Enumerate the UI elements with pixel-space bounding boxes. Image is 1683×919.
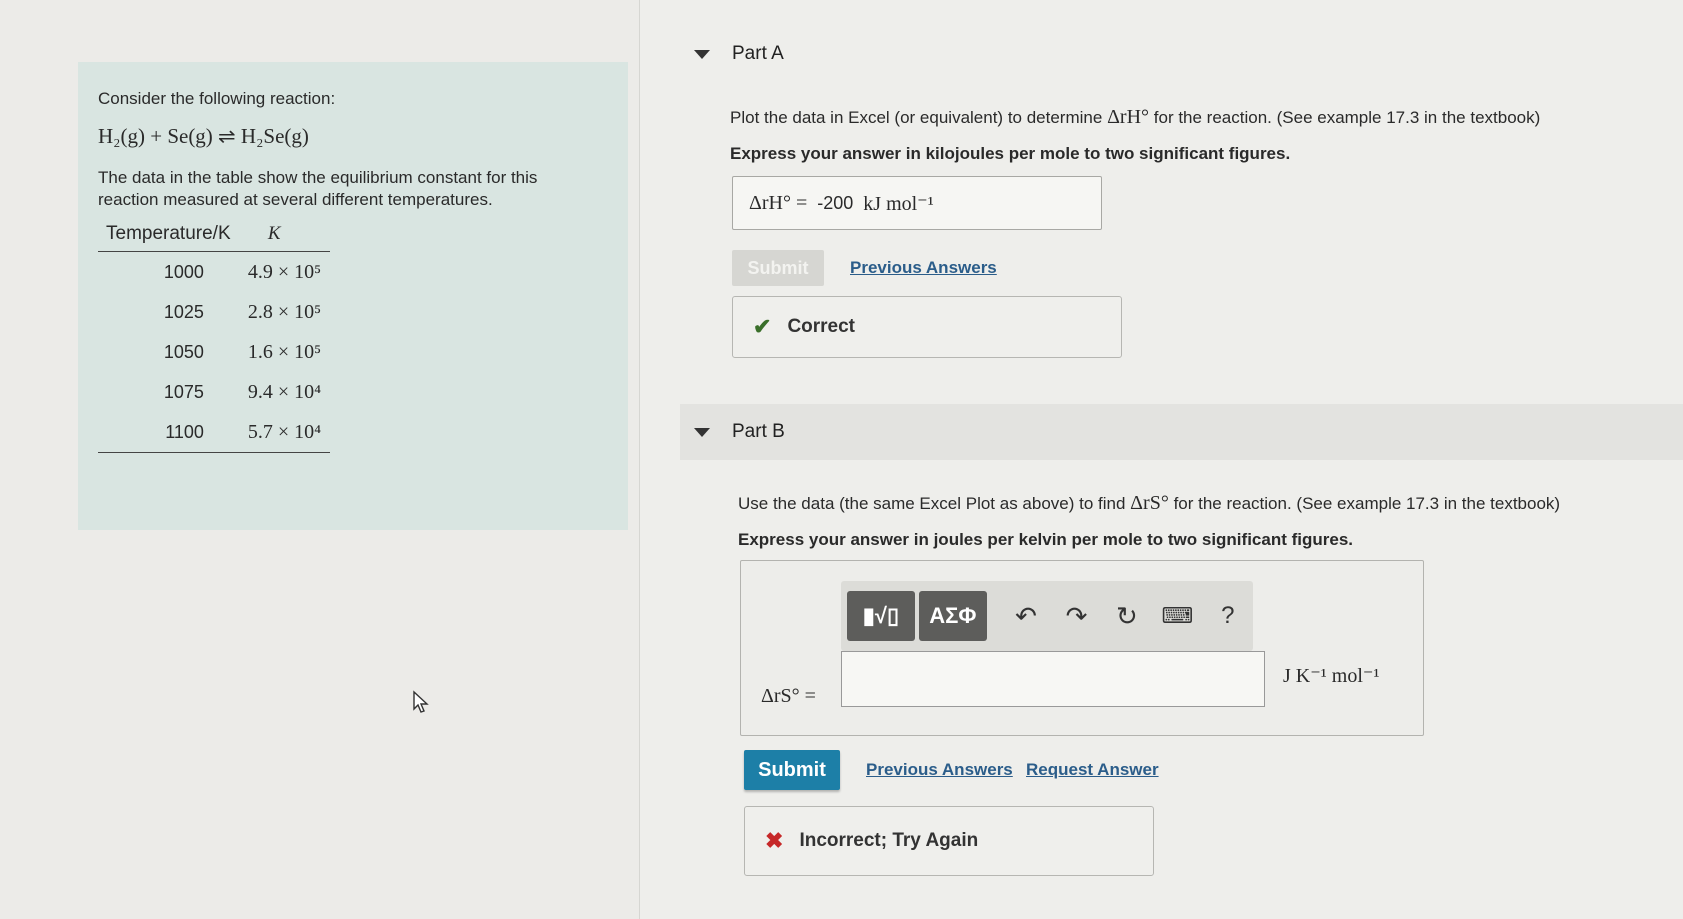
x-mark-icon: ✖ [765,828,784,853]
part-b-request-answer-link[interactable]: Request Answer [1026,760,1159,780]
undo-icon[interactable]: ↶ [1001,601,1051,632]
temperature-cell: 1100 [98,412,240,453]
part-b-answer-input[interactable] [841,651,1265,707]
k-cell: 4.9 × 10⁵ [247,261,322,283]
part-b-title: Part B [732,421,785,442]
table-row: 1075 9.4 × 10⁴ [98,372,330,412]
part-a-prompt: Plot the data in Excel (or equivalent) t… [730,106,1540,129]
part-a-answer-unit: kJ mol⁻¹ [863,192,934,215]
temperature-cell: 1075 [163,382,204,402]
part-a-instruction: Express your answer in kilojoules per mo… [730,144,1291,163]
caret-down-icon [694,427,710,437]
part-b-prompt-text-2: for the reaction. (See example 17.3 in t… [1173,494,1561,513]
keyboard-icon[interactable]: ⌨ [1152,603,1202,629]
problem-info-panel: Consider the following reaction: H₂(g) +… [78,62,628,530]
redo-icon[interactable]: ↷ [1051,601,1101,632]
column-header-temperature: Temperature/K [98,219,240,252]
part-a-title: Part A [732,43,784,64]
part-b-prompt-text: Use the data (the same Excel Plot as abo… [738,494,1126,513]
part-b-answer-label: ΔrS° = [761,685,816,707]
temperature-cell: 1050 [163,342,204,362]
part-a-prompt-math: ΔrH° [1107,106,1150,128]
part-a-prompt-text-2: for the reaction. (See example 17.3 in t… [1153,108,1541,127]
checkmark-icon: ✔ [753,314,772,339]
table-row: 1025 2.8 × 10⁵ [98,292,330,332]
column-header-k: K [239,219,330,252]
k-cell: 5.7 × 10⁴ [239,412,330,453]
part-b-instruction: Express your answer in joules per kelvin… [738,530,1353,549]
part-a-answer-display: ΔrH° = -200 kJ mol⁻¹ [732,176,1102,230]
part-a-prompt-text: Plot the data in Excel (or equivalent) t… [730,108,1103,127]
part-a-feedback: ✔ Correct [732,296,1122,358]
parts-column: Part A Plot the data in Excel (or equiva… [640,0,1683,919]
equilibrium-table: Temperature/K K 1000 4.9 × 10⁵ 1025 2.8 … [98,219,330,453]
reaction-equation: H₂(g) + Se(g) ⇌ H₂Se(g) [98,124,309,148]
part-b-answer-area: ▮√▯ ΑΣΦ ↶ ↷ ↻ ⌨ ? ΔrS° = J K⁻¹ mol⁻¹ [740,560,1424,736]
table-row: 1100 5.7 × 10⁴ [98,412,330,453]
problem-intro: Consider the following reaction: [98,89,336,108]
help-button[interactable]: ? [1203,602,1253,630]
part-a-feedback-text: Correct [787,316,856,337]
temperature-cell: 1000 [163,262,204,282]
k-cell: 2.8 × 10⁵ [247,301,322,323]
part-a-answer-label: ΔrH° = [749,191,808,214]
problem-description: The data in the table show the equilibri… [98,168,538,209]
table-row: 1000 4.9 × 10⁵ [98,252,330,293]
part-b-previous-answers-link[interactable]: Previous Answers [866,760,1013,780]
problem-column: Consider the following reaction: H₂(g) +… [0,0,640,919]
part-b-feedback-text: Incorrect; Try Again [799,830,979,851]
part-a-submit-button[interactable]: Submit [732,250,824,286]
mouse-cursor-icon [413,690,429,713]
math-toolbar: ▮√▯ ΑΣΦ ↶ ↷ ↻ ⌨ ? [841,581,1253,651]
greek-symbols-button[interactable]: ΑΣΦ [918,591,987,641]
reset-icon[interactable]: ↻ [1102,601,1152,632]
part-a-previous-answers-link[interactable]: Previous Answers [850,258,997,278]
template-button[interactable]: ▮√▯ [847,591,915,641]
part-b-prompt: Use the data (the same Excel Plot as abo… [738,492,1560,515]
temperature-cell: 1025 [163,302,204,322]
part-b-prompt-math: ΔrS° [1130,492,1169,514]
table-row: 1050 1.6 × 10⁵ [98,332,330,372]
part-a-header[interactable]: Part A [680,26,1683,82]
k-cell: 9.4 × 10⁴ [247,381,322,403]
k-cell: 1.6 × 10⁵ [247,341,322,363]
caret-down-icon [694,49,710,59]
part-b-answer-unit: J K⁻¹ mol⁻¹ [1283,665,1380,687]
part-b-submit-button[interactable]: Submit [744,750,840,790]
part-a-answer-value: -200 [817,192,854,213]
part-b-header[interactable]: Part B [680,404,1683,460]
part-b-feedback: ✖ Incorrect; Try Again [744,806,1154,876]
